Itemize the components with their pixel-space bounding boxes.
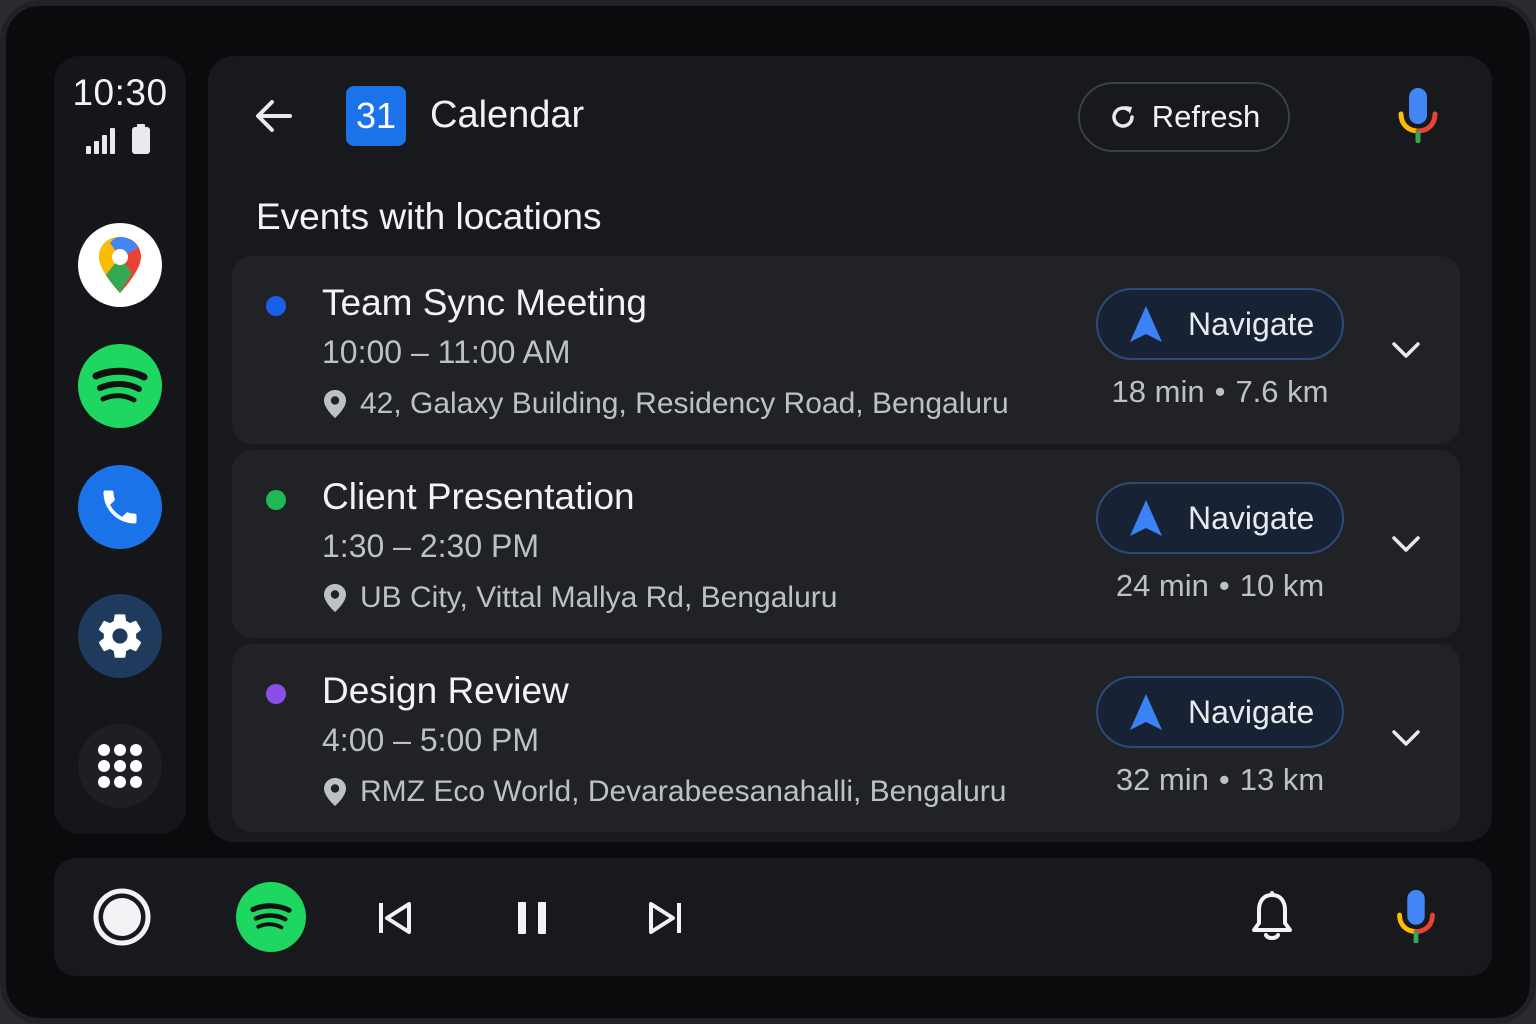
eta-info: 32 min • 13 km — [1096, 762, 1344, 798]
event-address: 42, Galaxy Building, Residency Road, Ben… — [360, 387, 1009, 420]
navigation-arrow-icon — [1130, 500, 1162, 536]
next-track-button[interactable] — [644, 896, 688, 940]
app-launcher-button[interactable] — [78, 724, 162, 808]
eta-duration: 24 min — [1115, 568, 1209, 603]
app-grid-icon — [98, 744, 142, 788]
bottom-bar — [54, 858, 1492, 976]
location-pin-icon — [324, 778, 346, 806]
spotify-icon — [250, 903, 292, 930]
event-color-dot — [266, 684, 286, 704]
maps-app-button[interactable] — [78, 223, 162, 307]
event-color-dot — [266, 490, 286, 510]
android-auto-screen: 10:30 31 Calendar Refresh Events with lo… — [0, 0, 1536, 1024]
back-button[interactable] — [252, 94, 296, 138]
event-card[interactable]: Team Sync Meeting 10:00 – 11:00 AM 42, G… — [232, 256, 1460, 444]
status-clock: 10:30 — [72, 72, 168, 113]
google-maps-icon — [99, 237, 141, 293]
spotify-media-button[interactable] — [236, 882, 306, 952]
eta-duration: 32 min — [1115, 762, 1209, 797]
eta-separator: • — [1218, 762, 1230, 797]
settings-app-button[interactable] — [78, 594, 162, 678]
page-title: Calendar — [430, 94, 585, 136]
event-title: Design Review — [322, 670, 569, 711]
home-button[interactable] — [92, 887, 152, 947]
eta-duration: 18 min — [1111, 374, 1205, 409]
event-location: 42, Galaxy Building, Residency Road, Ben… — [322, 386, 1009, 422]
pause-button[interactable] — [510, 896, 554, 940]
skip-previous-icon — [379, 902, 411, 934]
skip-next-icon — [649, 902, 681, 934]
event-time: 1:30 – 2:30 PM — [322, 528, 540, 564]
phone-app-button[interactable] — [78, 465, 162, 549]
phone-icon — [103, 490, 137, 524]
location-pin-icon — [324, 390, 346, 418]
app-rail: 10:30 — [54, 56, 186, 834]
eta-info: 24 min • 10 km — [1096, 568, 1344, 604]
event-location: UB City, Vittal Mallya Rd, Bengaluru — [322, 580, 837, 616]
event-card[interactable]: Design Review 4:00 – 5:00 PM RMZ Eco Wor… — [232, 644, 1460, 832]
event-address: RMZ Eco World, Devarabeesanahalli, Benga… — [360, 775, 1007, 808]
chevron-down-icon[interactable] — [1390, 340, 1422, 360]
notifications-button[interactable] — [1250, 890, 1294, 944]
navigate-label: Navigate — [1188, 499, 1315, 536]
chevron-down-icon[interactable] — [1390, 534, 1422, 554]
previous-track-button[interactable] — [372, 896, 416, 940]
event-card[interactable]: Client Presentation 1:30 – 2:30 PM UB Ci… — [232, 450, 1460, 638]
section-title: Events with locations — [256, 196, 602, 237]
event-address: UB City, Vittal Mallya Rd, Bengaluru — [360, 581, 838, 614]
status-icons — [84, 124, 156, 154]
navigate-button[interactable]: Navigate — [1096, 676, 1344, 748]
microphone-icon[interactable] — [1396, 86, 1440, 148]
home-circle-icon — [93, 888, 151, 946]
navigate-label: Navigate — [1188, 305, 1315, 342]
navigate-label: Navigate — [1188, 693, 1315, 730]
event-location: RMZ Eco World, Devarabeesanahalli, Benga… — [322, 774, 1006, 810]
refresh-label: Refresh — [1151, 99, 1261, 134]
event-color-dot — [266, 296, 286, 316]
eta-distance: 7.6 km — [1235, 374, 1329, 409]
location-pin-icon — [324, 584, 346, 612]
eta-separator: • — [1218, 568, 1230, 603]
event-time: 4:00 – 5:00 PM — [322, 722, 540, 758]
navigate-button[interactable]: Navigate — [1096, 288, 1344, 360]
assistant-mic-button[interactable] — [1394, 888, 1438, 948]
eta-distance: 13 km — [1239, 762, 1325, 797]
eta-separator: • — [1214, 374, 1226, 409]
gear-icon — [98, 614, 142, 658]
microphone-icon — [1397, 889, 1435, 944]
event-time: 10:00 – 11:00 AM — [322, 334, 571, 370]
calendar-app-icon: 31 — [346, 86, 406, 146]
battery-icon — [132, 124, 150, 154]
spotify-icon — [92, 367, 148, 403]
spotify-app-button[interactable] — [78, 344, 162, 428]
eta-info: 18 min • 7.6 km — [1096, 374, 1344, 410]
refresh-icon — [1111, 106, 1134, 128]
navigation-arrow-icon — [1130, 306, 1162, 342]
bell-icon — [1252, 891, 1292, 940]
chevron-down-icon[interactable] — [1390, 728, 1422, 748]
pause-icon — [518, 902, 546, 934]
event-title: Client Presentation — [322, 476, 635, 517]
refresh-button[interactable]: Refresh — [1078, 82, 1290, 152]
event-title: Team Sync Meeting — [322, 282, 647, 323]
back-arrow-icon — [256, 100, 292, 132]
calendar-panel: 31 Calendar Refresh Events with location… — [208, 56, 1492, 842]
navigate-button[interactable]: Navigate — [1096, 482, 1344, 554]
eta-distance: 10 km — [1239, 568, 1325, 603]
signal-icon — [86, 128, 115, 154]
navigation-arrow-icon — [1130, 694, 1162, 730]
